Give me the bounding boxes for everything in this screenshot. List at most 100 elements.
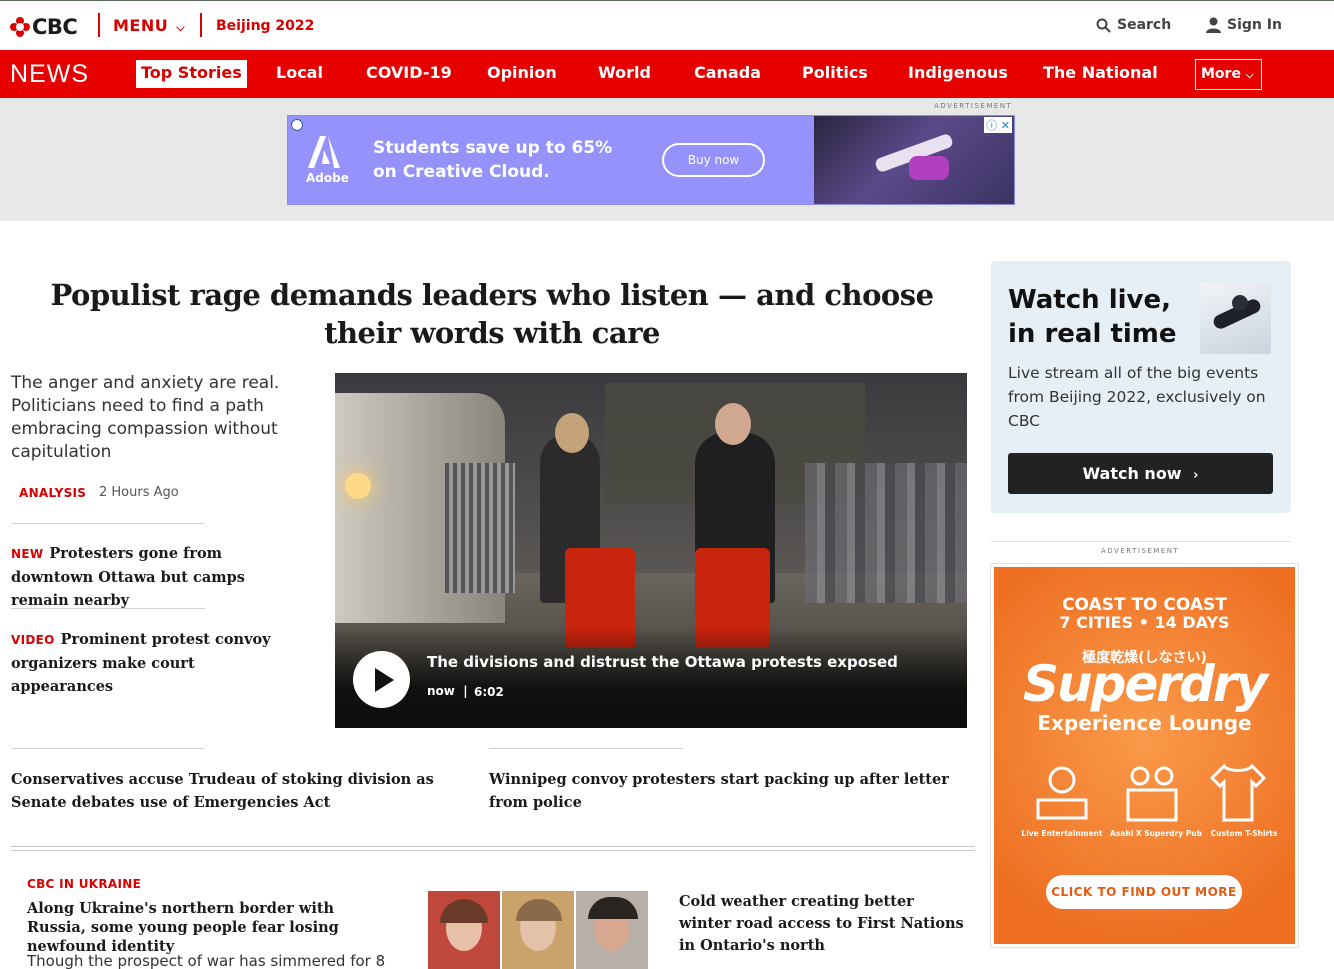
main-headline[interactable]: Populist rage demands leaders who listen…: [20, 276, 964, 352]
divider: [98, 13, 100, 37]
watch-title-line-1: Watch live,: [1008, 285, 1171, 315]
video-timestamp: now |: [427, 684, 468, 698]
skier-thumbnail: [1200, 283, 1271, 354]
hero-overlay: [335, 628, 967, 728]
ukraine-headline[interactable]: Along Ukraine's northern border with Rus…: [27, 899, 397, 956]
adchoices-close-icon[interactable]: ⓘ ✕: [984, 117, 1012, 133]
portrait: [502, 891, 574, 969]
search-button[interactable]: Search: [1096, 17, 1171, 33]
adobe-brand: Adobe: [306, 171, 349, 185]
chevron-down-icon: ⌵: [176, 21, 186, 34]
superdry-logo: Superdry: [1022, 655, 1268, 713]
protester-left-head: [555, 413, 589, 453]
ad-line-1: Students save up to 65%: [373, 138, 613, 158]
side-story-title: Protesters gone from downtown Ottawa but…: [11, 545, 245, 609]
ad-line-2: 7 CITIES • 14 DAYS: [1059, 613, 1230, 632]
chevron-right-icon: ›: [1193, 468, 1199, 483]
adobe-ad[interactable]: Adobe Students save up to 65% on Creativ…: [287, 115, 1015, 205]
beijing-2022-link[interactable]: Beijing 2022: [216, 18, 314, 34]
cbc-logo[interactable]: CBC: [10, 15, 78, 39]
divider: [11, 748, 205, 749]
news-wordmark[interactable]: NEWS: [10, 60, 89, 89]
story-timestamp: 2 Hours Ago: [99, 485, 179, 500]
more-button[interactable]: More ⌵: [1195, 59, 1262, 90]
section-nav: NEWS Top Stories Local COVID-19 Opinion …: [0, 50, 1334, 98]
menu-label: MENU: [113, 16, 169, 35]
protester-right-head: [715, 403, 751, 445]
nav-item-indigenous[interactable]: Indigenous: [908, 63, 1008, 82]
watch-title: Watch live, in real time: [1008, 283, 1177, 351]
superdry-ad[interactable]: COAST TO COAST 7 CITIES • 14 DAYS 極度乾燥(し…: [990, 563, 1299, 948]
nav-item-covid-19[interactable]: COVID-19: [366, 63, 452, 82]
cbc-wordmark: CBC: [32, 15, 78, 39]
dj-icon: [1036, 766, 1088, 820]
sign-in-button[interactable]: Sign In: [1206, 17, 1282, 33]
pub-icon: [1126, 766, 1178, 822]
side-story[interactable]: NEW Protesters gone from downtown Ottawa …: [11, 542, 301, 612]
search-label: Search: [1117, 17, 1172, 33]
hero-video[interactable]: The divisions and distrust the Ottawa pr…: [335, 373, 967, 728]
caption-custom-t-shirts: Custom T-Shirts: [1210, 829, 1278, 838]
divider: [991, 541, 1291, 542]
adobe-a-icon: [308, 136, 340, 168]
ad-line-1: COAST TO COAST: [1062, 595, 1227, 615]
menu-button[interactable]: MENU ⌵: [113, 16, 185, 35]
video-duration: 6:02: [474, 685, 504, 699]
ad-label: ADVERTISEMENT: [934, 102, 1013, 110]
divider: [200, 13, 202, 37]
nav-item-world[interactable]: World: [598, 63, 651, 82]
divider: [11, 846, 975, 847]
divider: [11, 523, 205, 524]
ukraine-deck: Though the prospect of war has simmered …: [27, 952, 386, 969]
nav-item-the-national[interactable]: The National: [1043, 63, 1158, 82]
buy-now-button[interactable]: Buy now: [662, 143, 765, 177]
story-link[interactable]: Winnipeg convoy protesters start packing…: [489, 768, 949, 814]
sign-in-label: Sign In: [1227, 17, 1282, 33]
ukraine-photo[interactable]: [428, 891, 648, 969]
analysis-label: ANALYSIS: [19, 486, 87, 500]
signs-background: [805, 463, 967, 603]
headlight: [345, 473, 371, 499]
find-out-more-button[interactable]: CLICK TO FIND OUT MORE: [1046, 875, 1242, 909]
nav-item-opinion[interactable]: Opinion: [487, 63, 557, 82]
search-icon: [1096, 18, 1111, 33]
watch-live-card: Watch live, in real time Live stream all…: [991, 261, 1291, 513]
caption-live-entertainment: Live Entertainment: [1021, 829, 1103, 838]
divider: [489, 748, 683, 749]
watch-now-button[interactable]: Watch now ›: [1008, 453, 1273, 494]
play-icon[interactable]: [353, 651, 410, 708]
nav-item-top-stories[interactable]: Top Stories: [136, 60, 247, 88]
top-bar: CBC MENU ⌵ Beijing 2022 Search Sign In: [0, 0, 1334, 50]
chevron-down-icon: ⌵: [1245, 70, 1254, 81]
section-label[interactable]: CBC IN UKRAINE: [27, 877, 141, 891]
ad-line-2: on Creative Cloud.: [373, 162, 550, 182]
ad-band: ADVERTISEMENT Adobe Students save up to …: [0, 98, 1334, 221]
adobe-logo: Adobe: [306, 136, 349, 185]
caption-pub: Asahi X Superdry Pub: [1110, 829, 1202, 838]
divider: [11, 850, 975, 851]
ad-label: ADVERTISEMENT: [1101, 547, 1180, 555]
nav-item-local[interactable]: Local: [276, 63, 323, 82]
portrait: [428, 891, 500, 969]
divider: [11, 608, 205, 609]
truck-grille: [445, 463, 515, 593]
ad-badge-icon: [291, 119, 303, 131]
story-link[interactable]: Conservatives accuse Trudeau of stoking …: [11, 768, 451, 814]
new-tag: NEW: [11, 547, 44, 561]
nav-item-politics[interactable]: Politics: [802, 63, 868, 82]
watch-title-line-2: in real time: [1008, 319, 1177, 349]
video-title[interactable]: The divisions and distrust the Ottawa pr…: [427, 653, 898, 671]
ad-line-4: Experience Lounge: [1037, 711, 1252, 735]
t-shirt-icon: [1209, 763, 1267, 822]
main-deck: The anger and anxiety are real. Politici…: [11, 373, 280, 462]
story-link[interactable]: Cold weather creating better winter road…: [679, 891, 964, 957]
video-tag: VIDEO: [11, 633, 55, 647]
user-icon: [1206, 17, 1221, 33]
side-story[interactable]: VIDEO Prominent protest convoy organizers…: [11, 628, 301, 698]
ad-copy: Students save up to 65% on Creative Clou…: [373, 136, 612, 184]
watch-now-label: Watch now: [1082, 464, 1182, 483]
portrait: [576, 891, 648, 969]
watch-description: Live stream all of the big events from B…: [1008, 364, 1266, 430]
nav-item-canada[interactable]: Canada: [694, 63, 761, 82]
cbc-gem-icon: [10, 17, 30, 37]
